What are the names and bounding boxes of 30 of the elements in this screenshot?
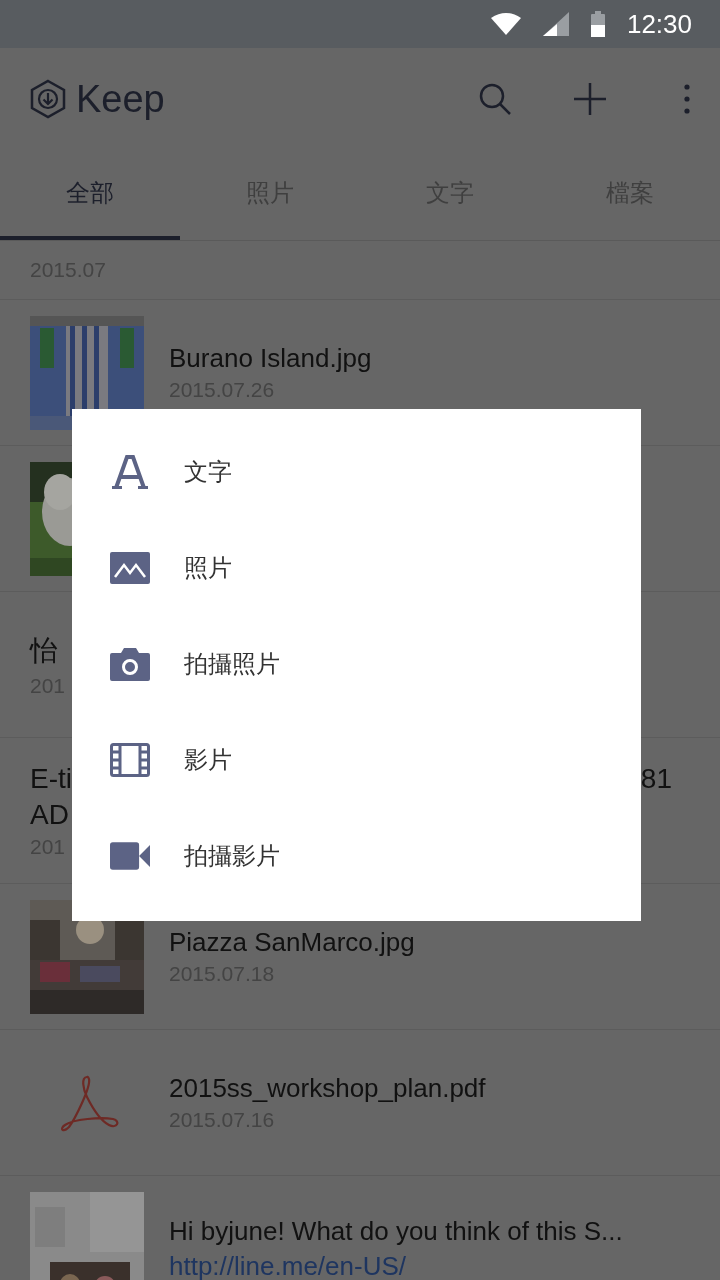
- search-icon: [478, 82, 512, 116]
- camera-icon: [110, 647, 150, 681]
- item-title: Piazza SanMarco.jpg: [169, 927, 415, 958]
- battery-icon: [590, 11, 605, 37]
- menu-item[interactable]: 照片: [72, 520, 641, 616]
- more-icon: [684, 84, 690, 114]
- video-camera-icon: [110, 839, 150, 873]
- film-icon: [110, 743, 150, 777]
- status-time: 12:30: [626, 8, 692, 40]
- plus-icon: [574, 83, 606, 115]
- wifi-icon: [490, 13, 521, 35]
- search-button[interactable]: [478, 82, 512, 116]
- app-title: Keep: [76, 77, 166, 121]
- menu-item[interactable]: 文字: [72, 424, 641, 520]
- menu-item[interactable]: 影片: [72, 712, 641, 808]
- item-title: 2015ss_workshop_plan.pdf: [169, 1073, 486, 1104]
- item-title: Burano Island.jpg: [169, 343, 372, 374]
- letter-icon: [110, 455, 150, 489]
- menu-item[interactable]: 拍攝照片: [72, 616, 641, 712]
- item-title: AD: [30, 798, 69, 831]
- image-icon: [110, 551, 150, 585]
- item-title: 81: [640, 762, 672, 795]
- more-button[interactable]: [684, 84, 690, 114]
- item-title: E-ti: [30, 762, 72, 795]
- menu-item[interactable]: 拍攝影片: [72, 808, 641, 904]
- item-title: 怡: [30, 633, 58, 668]
- item-title: Hi byjune! What do you think of this S...: [169, 1216, 623, 1247]
- signal-icon: [542, 12, 569, 36]
- logo-icon: [30, 79, 66, 119]
- add-button[interactable]: [574, 83, 606, 115]
